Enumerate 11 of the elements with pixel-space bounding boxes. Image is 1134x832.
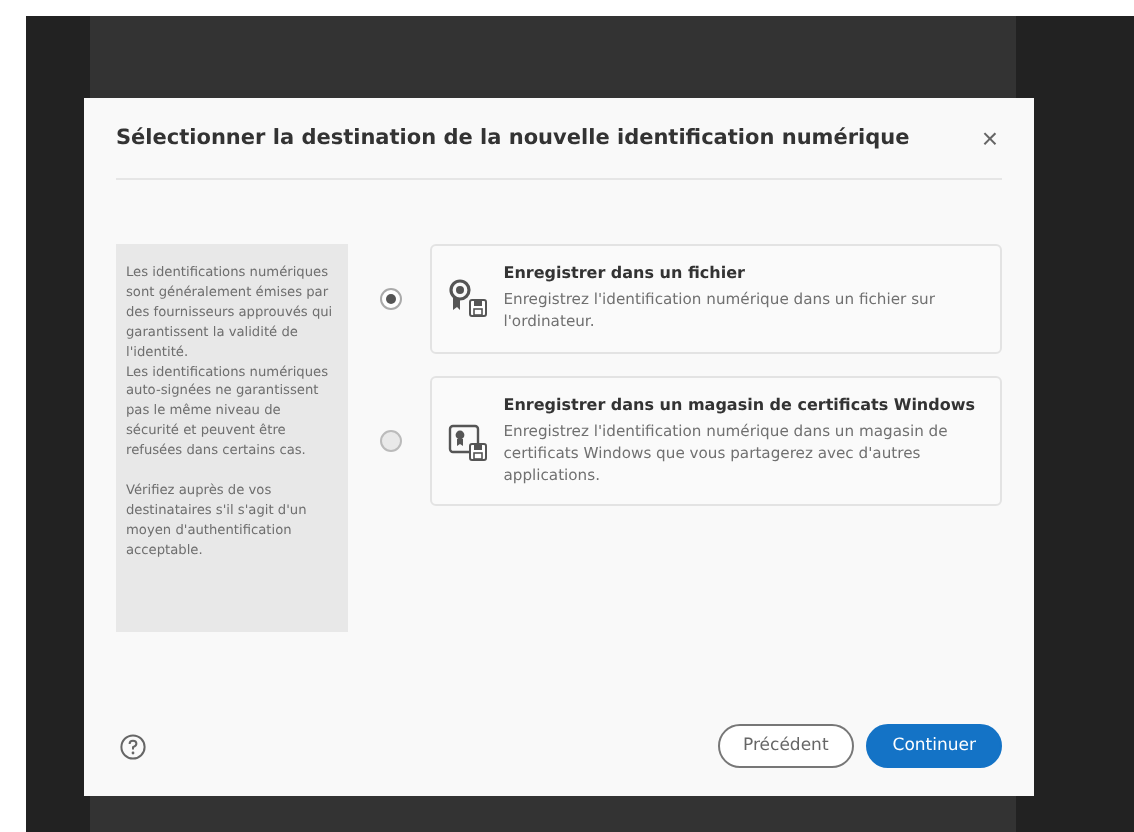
back-button[interactable]: Précédent: [717, 724, 855, 768]
dialog-title: Sélectionner la destination de la nouvelle identification numérique: [116, 126, 910, 150]
close-button[interactable]: ×: [977, 122, 1002, 154]
help-icon[interactable]: [120, 733, 146, 759]
option-title: Enregistrer dans un magasin de certificats Windows: [503, 395, 978, 414]
certificate-store-icon: [447, 421, 488, 462]
option-title: Enregistrer dans un fichier: [503, 264, 747, 282]
radio-button[interactable]: [379, 430, 402, 453]
certificate-file-icon: [447, 278, 488, 319]
radio-button[interactable]: [379, 287, 402, 310]
continue-button[interactable]: Continuer: [866, 724, 1002, 768]
